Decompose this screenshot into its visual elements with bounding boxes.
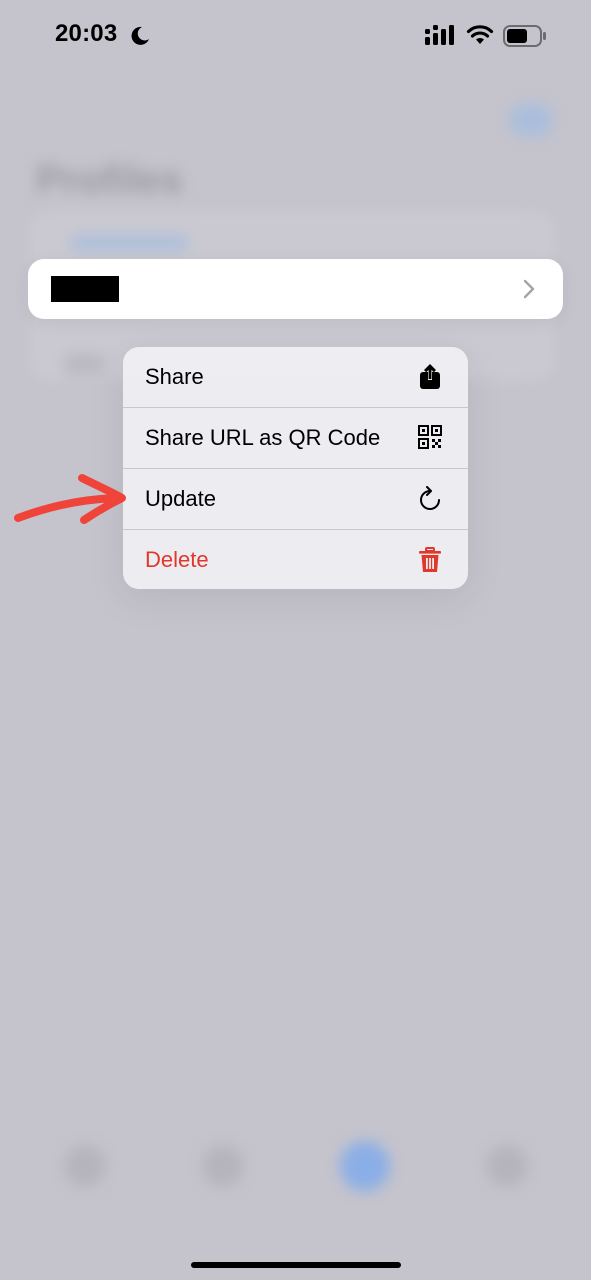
tab-icon xyxy=(64,1145,106,1187)
status-time: 20:03 xyxy=(55,20,118,47)
menu-item-label: Delete xyxy=(145,547,209,572)
menu-item-share[interactable]: Share xyxy=(123,347,468,407)
battery-icon xyxy=(503,25,546,47)
moon-icon xyxy=(131,26,149,45)
profile-subrow xyxy=(64,354,104,374)
cellular-signal-icon xyxy=(425,25,454,45)
profile-row[interactable] xyxy=(28,259,563,319)
status-bar: 20:03 xyxy=(0,0,591,70)
tab-icon xyxy=(486,1145,528,1187)
segment-control xyxy=(70,236,188,250)
menu-item-share-qr[interactable]: Share URL as QR Code xyxy=(123,408,468,468)
add-profile-button xyxy=(510,104,552,136)
page-title: Profiles xyxy=(36,158,183,202)
menu-item-label: Share xyxy=(145,364,204,389)
qr-code-icon xyxy=(418,425,442,449)
home-indicator xyxy=(191,1262,401,1268)
menu-item-delete[interactable]: Delete xyxy=(123,530,468,589)
tab-icon xyxy=(202,1145,244,1187)
blurred-background: Profiles xyxy=(0,0,591,1280)
menu-item-label: Share URL as QR Code xyxy=(145,425,381,450)
tab-icon-active xyxy=(340,1141,390,1191)
context-menu: Share Share URL as QR Code Update Delete xyxy=(123,347,468,589)
refresh-icon xyxy=(420,486,440,510)
wifi-icon xyxy=(466,25,494,44)
menu-item-label: Update xyxy=(145,486,216,511)
share-icon xyxy=(420,364,440,389)
menu-item-update[interactable]: Update xyxy=(123,469,468,529)
trash-icon xyxy=(419,547,441,572)
red-arrow-icon xyxy=(14,474,126,524)
chevron-right-icon xyxy=(523,279,535,299)
redacted-profile-name xyxy=(51,276,119,302)
